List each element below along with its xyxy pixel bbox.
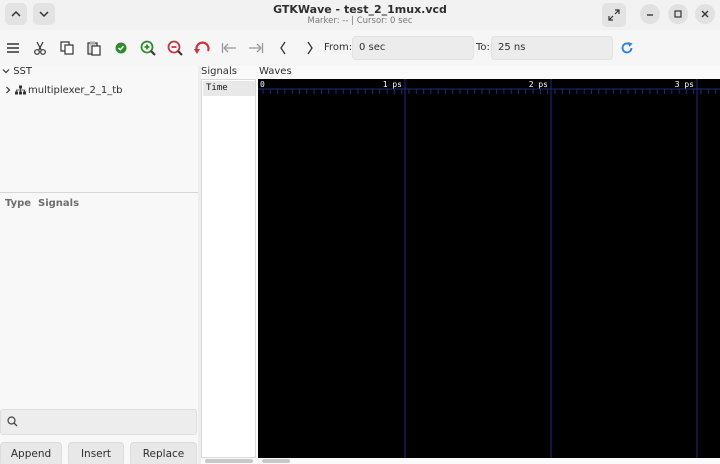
- close-button[interactable]: [695, 4, 715, 24]
- to-label: To:: [476, 42, 490, 53]
- zoom-fit-icon: [115, 42, 127, 54]
- tree-item-module[interactable]: multiplexer_2_1_tb: [4, 82, 194, 98]
- zoom-out-button[interactable]: [166, 39, 184, 57]
- expand-icon: [608, 9, 620, 21]
- zoom-fit-button[interactable]: [112, 39, 130, 57]
- zoom-out-icon: [167, 40, 183, 56]
- paste-button[interactable]: [85, 39, 103, 57]
- go-to-end-icon: [249, 43, 264, 53]
- hamburger-icon: [7, 43, 19, 53]
- minimize-icon: [647, 14, 653, 16]
- to-time-field[interactable]: 25 ns: [491, 36, 613, 60]
- waves-panel-title: Waves: [259, 66, 292, 77]
- signals-list[interactable]: Time: [201, 79, 256, 458]
- go-to-start-button[interactable]: [220, 39, 238, 57]
- column-header-signals[interactable]: Signals: [38, 198, 79, 209]
- signals-scrollbar[interactable]: [205, 459, 253, 463]
- tick-label: 1 ps: [383, 80, 402, 89]
- waveform-canvas: 0 1 ps 2 ps 3 ps: [258, 79, 720, 458]
- cut-button[interactable]: [31, 39, 49, 57]
- title-bar: GTKWave - test_2_1mux.vcd Marker: -- | C…: [0, 0, 720, 30]
- pane-divider[interactable]: [0, 192, 198, 193]
- sst-label: SST: [13, 66, 32, 77]
- scissors-icon: [34, 41, 46, 55]
- go-to-end-button[interactable]: [247, 39, 265, 57]
- waves-scrollbar[interactable]: [262, 459, 290, 463]
- undo-icon: [194, 41, 210, 54]
- close-icon: [701, 10, 709, 18]
- sst-expander[interactable]: SST: [2, 66, 32, 77]
- fullscreen-button[interactable]: [602, 3, 626, 27]
- tick-label: 3 ps: [675, 80, 694, 89]
- maximize-button[interactable]: [668, 4, 688, 24]
- chevron-down-icon: [2, 69, 10, 74]
- chevron-right-icon: [6, 86, 11, 94]
- from-time-field[interactable]: 0 sec: [352, 36, 474, 60]
- sst-panel: SST multiplexer_2_1_tb Type Signals Appe…: [0, 66, 198, 464]
- hierarchy-icon: [15, 85, 26, 95]
- paste-icon: [87, 41, 101, 56]
- toolbar: From: 0 sec To: 25 ns: [0, 30, 720, 66]
- copy-button[interactable]: [58, 39, 76, 57]
- insert-button[interactable]: Insert: [68, 442, 124, 464]
- tree-item-label: multiplexer_2_1_tb: [28, 84, 123, 96]
- minimize-button[interactable]: [640, 4, 660, 24]
- from-label: From:: [324, 42, 353, 53]
- search-input[interactable]: [0, 409, 197, 435]
- column-header-type[interactable]: Type: [5, 198, 31, 209]
- replace-button[interactable]: Replace: [130, 442, 197, 464]
- signals-panel-title: Signals: [201, 66, 237, 77]
- next-button[interactable]: [301, 39, 319, 57]
- tick-label: 2 ps: [529, 80, 548, 89]
- search-icon: [7, 416, 18, 427]
- chevron-right-icon: [307, 41, 313, 55]
- previous-button[interactable]: [274, 39, 292, 57]
- undo-zoom-button[interactable]: [193, 39, 211, 57]
- signal-row-time[interactable]: Time: [203, 81, 255, 96]
- tick-label: 0: [260, 80, 265, 89]
- maximize-icon: [674, 10, 682, 18]
- go-to-start-icon: [221, 43, 236, 53]
- zoom-in-button[interactable]: [139, 39, 157, 57]
- copy-icon: [60, 41, 74, 55]
- menu-button[interactable]: [4, 39, 22, 57]
- append-button[interactable]: Append: [0, 442, 62, 464]
- reload-icon: [621, 42, 633, 54]
- zoom-in-icon: [140, 40, 156, 56]
- waveform-area[interactable]: 0 1 ps 2 ps 3 ps: [258, 79, 720, 458]
- reload-button[interactable]: [618, 39, 636, 57]
- chevron-left-icon: [280, 41, 286, 55]
